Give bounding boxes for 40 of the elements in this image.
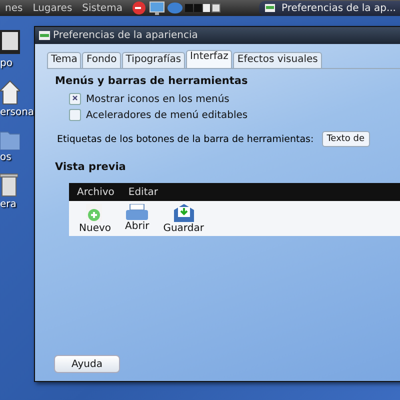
checkbox[interactable] — [69, 93, 81, 105]
desktop-icon-label[interactable]: era — [0, 199, 16, 210]
desktop-icon-label[interactable]: ersona — [0, 107, 34, 118]
checkbox-label[interactable]: Aceleradores de menú editables — [86, 110, 248, 120]
section-title: Menús y barras de herramientas — [55, 75, 249, 87]
menu-item[interactable]: Archivo — [77, 186, 114, 198]
trash-icon — [0, 173, 18, 197]
window-title: Preferencias de la apariencia — [53, 30, 198, 41]
tab[interactable]: Efectos visuales — [233, 52, 322, 68]
panel-menu[interactable]: Lugares — [28, 2, 78, 14]
section-title: Vista previa — [55, 161, 127, 173]
toolbar-labels-dropdown[interactable]: Texto de — [322, 131, 370, 147]
tab[interactable]: Tipografías — [122, 52, 186, 68]
checkbox-label[interactable]: Mostrar iconos en los menús — [86, 94, 230, 104]
window-icon — [265, 4, 276, 12]
house-icon — [0, 79, 20, 105]
tab[interactable]: Tema — [47, 52, 82, 68]
envelope-icon — [172, 204, 195, 222]
disc-icon[interactable] — [167, 2, 184, 14]
cross-icon — [71, 94, 79, 102]
checkbox[interactable] — [69, 109, 81, 121]
desktop-icon-label[interactable]: po — [0, 58, 12, 69]
tab[interactable]: Interfaz — [186, 50, 232, 68]
field-label: Etiquetas de los botones de la barra de herramientas: — [57, 134, 314, 144]
toolbar-button[interactable]: Abrir — [125, 204, 150, 234]
toolbar-button[interactable]: Guardar — [163, 204, 204, 234]
toolbar-button[interactable]: Nuevo — [79, 204, 112, 234]
panel-menu[interactable]: nes — [0, 2, 28, 14]
desktop-icon-label[interactable]: os — [0, 152, 12, 163]
menu-item[interactable]: Editar — [128, 186, 158, 198]
taskbar-button[interactable]: Preferencias de la ap... — [259, 0, 400, 16]
help-button[interactable]: Ayuda — [54, 355, 120, 373]
printer-icon — [126, 204, 148, 220]
monitor-icon[interactable] — [149, 1, 166, 15]
monitor-icon — [0, 30, 20, 56]
panel-menu[interactable]: Sistema — [77, 2, 128, 14]
workspace-switcher-icon[interactable] — [185, 3, 222, 13]
ball-icon[interactable] — [131, 1, 148, 15]
tab[interactable]: Fondo — [82, 52, 121, 68]
window-icon — [39, 31, 50, 40]
